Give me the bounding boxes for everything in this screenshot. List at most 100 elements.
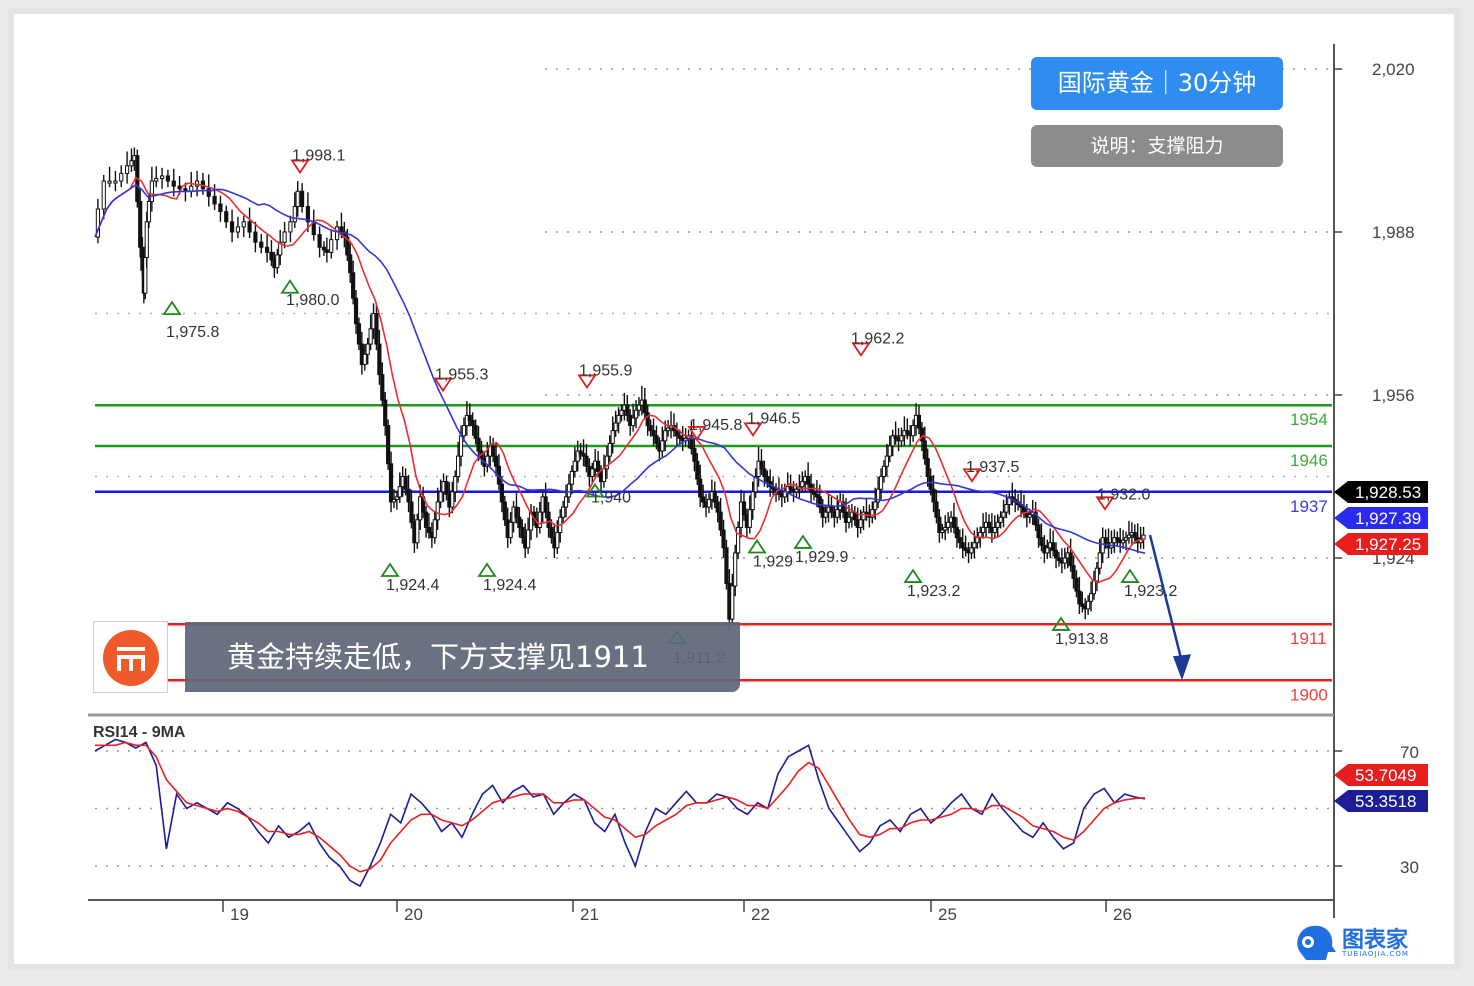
candle-body — [1039, 537, 1044, 546]
candle-body — [403, 476, 408, 490]
candle-body — [975, 537, 980, 544]
logo-box — [93, 621, 168, 693]
ma-fast-line — [94, 176, 1146, 584]
candle-body — [218, 203, 223, 213]
candle-body — [241, 221, 246, 228]
candle-body — [1094, 567, 1099, 582]
candle-body — [444, 481, 449, 495]
price-tag-label: 1,928.53 — [1355, 483, 1421, 502]
candle-body — [957, 537, 962, 544]
candle-body — [960, 542, 965, 549]
level-label-1954: 1954 — [1290, 410, 1328, 429]
candle-body — [607, 442, 612, 457]
candle-body — [569, 470, 574, 485]
candle-body — [409, 501, 414, 523]
swing-point-label: 1,923.2 — [1124, 583, 1177, 600]
time-tick-label: 21 — [580, 905, 599, 924]
support-marker-icon — [162, 300, 182, 316]
candle-body — [235, 226, 241, 233]
candle-body — [800, 481, 805, 488]
time-tick-label: 19 — [230, 905, 249, 924]
candle-body — [247, 221, 252, 233]
watermark-brand: 图表家 TUBIAOJIA.COM — [1292, 922, 1432, 962]
candle-body — [259, 241, 264, 248]
brand-sub: TUBIAOJIA.COM — [1342, 950, 1409, 958]
candle-body — [1103, 537, 1108, 544]
time-tick-label: 26 — [1113, 905, 1132, 924]
projection-arrow-head-icon — [1173, 654, 1191, 681]
swing-point-label: 1,946.5 — [747, 410, 800, 427]
candle-body — [1045, 547, 1050, 554]
candle-body — [476, 437, 481, 452]
candle-body — [1132, 532, 1137, 539]
candle-body — [806, 476, 811, 485]
candle-body — [972, 542, 977, 549]
candle-body — [1097, 552, 1102, 569]
swing-point-label: 1,929 — [753, 554, 793, 571]
candle-body — [733, 552, 738, 587]
candle-body — [383, 399, 388, 427]
candle-body — [549, 526, 554, 539]
candle-body — [663, 430, 668, 442]
candle-body — [324, 249, 329, 253]
candle-body — [491, 445, 496, 457]
candle-body — [718, 511, 723, 531]
candle-body — [107, 180, 112, 184]
candle-body — [846, 516, 852, 523]
candle-body — [406, 488, 411, 503]
candle-body — [101, 180, 106, 210]
candle-body — [453, 476, 458, 493]
mascot-icon — [1297, 925, 1336, 960]
candle-body — [566, 483, 572, 498]
candle-body — [377, 343, 382, 376]
candle-body — [616, 414, 621, 424]
candle-body — [911, 425, 916, 437]
level-label-1946: 1946 — [1290, 451, 1328, 470]
candle-body — [129, 160, 134, 167]
support-marker-icon — [477, 562, 497, 577]
swing-point-label: 1,980.0 — [286, 292, 339, 309]
candle-body — [224, 211, 229, 223]
candle-body — [1004, 504, 1009, 513]
candle-body — [954, 526, 959, 539]
swing-point-label: 1,945.8 — [689, 417, 742, 434]
rsi-value-tag-label: 53.3518 — [1355, 792, 1416, 811]
candle-body — [1088, 593, 1094, 602]
candle-body — [1141, 534, 1146, 540]
candle-body — [348, 254, 353, 274]
candle-body — [380, 374, 385, 401]
candle-body — [625, 404, 630, 416]
candle-body — [253, 231, 258, 243]
chart-subtitle-badge: 说明：支撑阻力 — [1031, 125, 1283, 167]
candle-body — [1036, 524, 1041, 539]
candle-body — [651, 430, 656, 437]
candle-body — [1077, 590, 1082, 605]
candle-body — [493, 455, 499, 467]
candle-body — [470, 419, 475, 427]
candle-body — [499, 483, 504, 503]
swing-point-label: 1,937.5 — [966, 459, 1019, 476]
headline-caption: 黄金持续走低，下方支撑见1911 — [185, 622, 740, 692]
candle-body — [1074, 577, 1079, 592]
swing-point-label: 1,940 — [591, 490, 631, 507]
candle-body — [881, 465, 887, 477]
candle-body — [992, 526, 997, 534]
candle-body — [858, 519, 863, 528]
candle-body — [969, 547, 974, 554]
candle-body — [747, 509, 752, 528]
candle-body — [648, 425, 653, 432]
candle-body — [520, 526, 525, 539]
candle-body — [1071, 565, 1076, 579]
candle-body — [432, 519, 437, 539]
swing-point-label: 1,923.2 — [907, 583, 960, 600]
swing-point-label: 1,975.8 — [166, 324, 219, 341]
candle-body — [736, 526, 741, 554]
candle-body — [721, 529, 726, 549]
candle-body — [365, 343, 370, 355]
candle-body — [461, 425, 467, 437]
candle-body — [299, 190, 305, 208]
candle-body — [730, 585, 735, 620]
candle-body — [423, 511, 429, 528]
candle-body — [546, 511, 551, 528]
candle-body — [692, 447, 697, 462]
